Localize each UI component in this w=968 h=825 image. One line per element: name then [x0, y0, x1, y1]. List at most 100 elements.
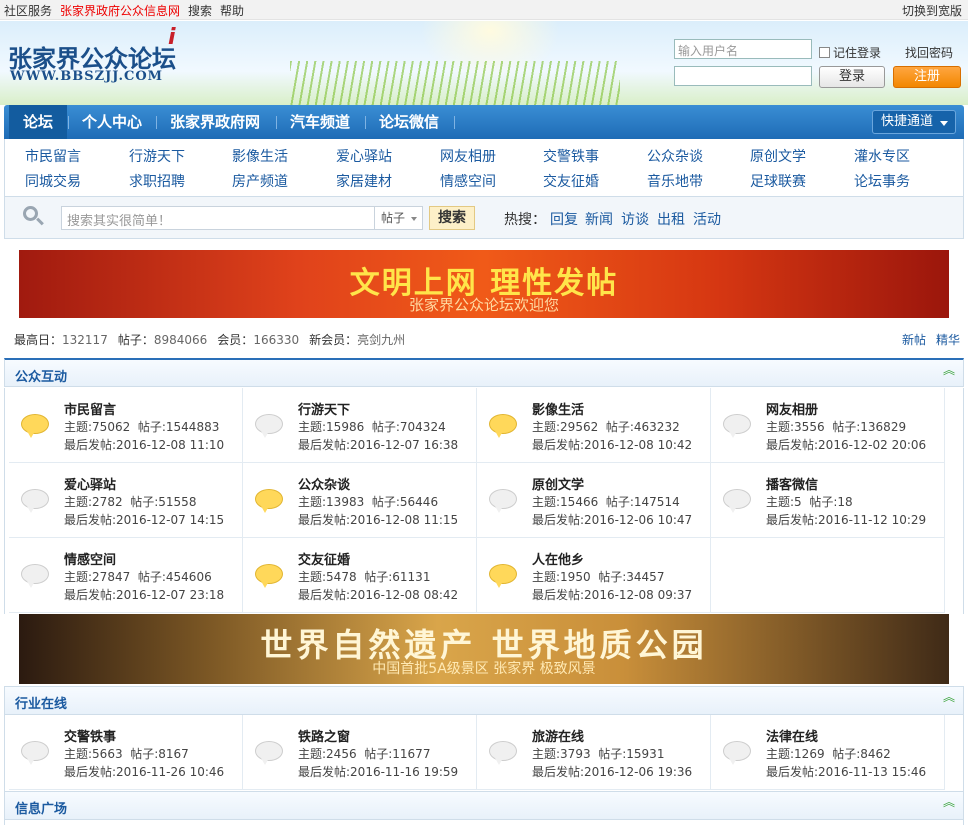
- forum-cell[interactable]: 交友征婚 主题:5478 帖子:61131 最后发帖:2016-12-08 08:4…: [243, 538, 477, 613]
- last-post-time[interactable]: 最后发帖:2016-11-13 15:46: [766, 763, 926, 780]
- collapse-icon[interactable]: ︽: [943, 796, 955, 808]
- last-post-time[interactable]: 最后发帖:2016-12-07 16:38: [298, 436, 458, 453]
- hot-search-word[interactable]: 回复: [550, 209, 578, 229]
- nav-forum[interactable]: 论坛: [9, 105, 68, 139]
- last-post-time[interactable]: 最后发帖:2016-11-12 10:29: [766, 511, 926, 528]
- collapse-icon[interactable]: ︽: [943, 691, 955, 703]
- search-input[interactable]: 搜索其实很简单！: [61, 206, 375, 230]
- forum-name[interactable]: 影像生活: [532, 399, 584, 418]
- forum-name[interactable]: 铁路之窗: [298, 726, 350, 745]
- link-gov-info[interactable]: 张家界政府公众信息网: [60, 2, 180, 19]
- digest-link[interactable]: 精华: [936, 331, 960, 348]
- quick-access-dropdown[interactable]: 快捷通道: [872, 110, 956, 134]
- shortcut-link[interactable]: 交警铁事: [543, 146, 599, 166]
- forum-cell[interactable]: 网友相册 主题:3556 帖子:136829 最后发帖:2016-12-02 20:…: [711, 388, 945, 463]
- nav-personal-center[interactable]: 个人中心: [68, 105, 156, 139]
- forum-cell[interactable]: 旅游在线 主题:3793 帖子:15931 最后发帖:2016-12-06 19:3…: [477, 715, 711, 790]
- hot-search-word[interactable]: 活动: [693, 209, 721, 229]
- password-input[interactable]: [674, 66, 812, 86]
- forum-cell[interactable]: 铁路之窗 主题:2456 帖子:11677 最后发帖:2016-11-16 19:5…: [243, 715, 477, 790]
- link-search[interactable]: 搜索: [188, 2, 212, 19]
- last-post-time[interactable]: 最后发帖:2016-11-16 19:59: [298, 763, 458, 780]
- shortcut-link[interactable]: 情感空间: [440, 171, 496, 191]
- shortcut-link[interactable]: 影像生活: [232, 146, 288, 166]
- remember-checkbox[interactable]: [819, 47, 830, 58]
- shortcut-link[interactable]: 灌水专区: [854, 146, 910, 166]
- forum-name[interactable]: 爱心驿站: [64, 474, 116, 493]
- forum-cell[interactable]: 交警铁事 主题:5663 帖子:8167 最后发帖:2016-11-26 10:46: [9, 715, 243, 790]
- last-post-time[interactable]: 最后发帖:2016-12-02 20:06: [766, 436, 926, 453]
- forum-cell[interactable]: 原创文学 主题:15466 帖子:147514 最后发帖:2016-12-06 10…: [477, 463, 711, 538]
- last-post-time[interactable]: 最后发帖:2016-12-08 11:15: [298, 511, 458, 528]
- last-post-time[interactable]: 最后发帖:2016-12-06 19:36: [532, 763, 692, 780]
- nav-auto-channel[interactable]: 汽车频道: [276, 105, 364, 139]
- civility-banner[interactable]: 文明上网 理性发帖 张家界公众论坛欢迎您: [19, 250, 949, 318]
- search-type-select[interactable]: 帖子: [375, 206, 423, 230]
- shortcut-link[interactable]: 求职招聘: [129, 171, 185, 191]
- link-help[interactable]: 帮助: [220, 2, 244, 19]
- forum-cell[interactable]: 影像生活 主题:29562 帖子:463232 最后发帖:2016-12-08 10…: [477, 388, 711, 463]
- forum-name[interactable]: 人在他乡: [532, 549, 584, 568]
- shortcut-link[interactable]: 同城交易: [25, 171, 81, 191]
- recover-password-link[interactable]: 找回密码: [905, 44, 953, 61]
- shortcut-link[interactable]: 音乐地带: [647, 171, 703, 191]
- shortcut-link[interactable]: 市民留言: [25, 146, 81, 166]
- shortcut-link[interactable]: 爱心驿站: [336, 146, 392, 166]
- shortcut-link[interactable]: 网友相册: [440, 146, 496, 166]
- last-post-time[interactable]: 最后发帖:2016-12-06 10:47: [532, 511, 692, 528]
- forum-cell[interactable]: 人在他乡 主题:1950 帖子:34457 最后发帖:2016-12-08 09:3…: [477, 538, 711, 613]
- shortcut-link[interactable]: 公众杂谈: [647, 146, 703, 166]
- new-posts-link[interactable]: 新帖: [902, 331, 926, 348]
- shortcut-link[interactable]: 足球联赛: [750, 171, 806, 191]
- scenery-banner[interactable]: 世界自然遗产 世界地质公园 中国首批5A级景区 张家界 极致风景: [19, 614, 949, 684]
- forum-cell[interactable]: 法律在线 主题:1269 帖子:8462 最后发帖:2016-11-13 15:46: [711, 715, 945, 790]
- forum-name[interactable]: 旅游在线: [532, 726, 584, 745]
- link-community-service[interactable]: 社区服务: [4, 2, 52, 19]
- nav-forum-wechat[interactable]: 论坛微信: [365, 105, 453, 139]
- forum-name[interactable]: 网友相册: [766, 399, 818, 418]
- shortcut-link[interactable]: 原创文学: [750, 146, 806, 166]
- last-post-time[interactable]: 最后发帖:2016-12-07 14:15: [64, 511, 224, 528]
- hot-search-word[interactable]: 访谈: [621, 209, 649, 229]
- forum-cell[interactable]: 公众杂谈 主题:13983 帖子:56446 最后发帖:2016-12-08 11:…: [243, 463, 477, 538]
- forum-name[interactable]: 市民留言: [64, 399, 116, 418]
- shortcut-link[interactable]: 房产频道: [232, 171, 288, 191]
- search-button[interactable]: 搜索: [429, 206, 475, 230]
- section-title[interactable]: 行业在线: [15, 693, 67, 712]
- hot-search-word[interactable]: 新闻: [585, 209, 613, 229]
- shortcut-link[interactable]: 交友征婚: [543, 171, 599, 191]
- last-post-time[interactable]: 最后发帖:2016-12-07 23:18: [64, 586, 224, 603]
- section-title[interactable]: 公众互动: [15, 366, 67, 385]
- last-post-time[interactable]: 最后发帖:2016-12-08 08:42: [298, 586, 458, 603]
- forum-name[interactable]: 交警铁事: [64, 726, 116, 745]
- forum-name[interactable]: 法律在线: [766, 726, 818, 745]
- forum-name[interactable]: 播客微信: [766, 474, 818, 493]
- forum-cell[interactable]: 市民留言 主题:75062 帖子:1544883 最后发帖:2016-12-08 1…: [9, 388, 243, 463]
- forum-name[interactable]: 交友征婚: [298, 549, 350, 568]
- forum-name[interactable]: 原创文学: [532, 474, 584, 493]
- register-button[interactable]: 注册: [893, 66, 961, 88]
- username-input[interactable]: 输入用户名: [674, 39, 812, 59]
- forum-name[interactable]: 行游天下: [298, 399, 350, 418]
- shortcut-link[interactable]: 行游天下: [129, 146, 185, 166]
- hot-search-word[interactable]: 出租: [657, 209, 685, 229]
- last-post-time[interactable]: 最后发帖:2016-12-08 11:10: [64, 436, 224, 453]
- forum-cell[interactable]: 行游天下 主题:15986 帖子:704324 最后发帖:2016-12-07 16…: [243, 388, 477, 463]
- forum-name[interactable]: 情感空间: [64, 549, 116, 568]
- forum-cell[interactable]: 爱心驿站 主题:2782 帖子:51558 最后发帖:2016-12-07 14:1…: [9, 463, 243, 538]
- forum-name[interactable]: 公众杂谈: [298, 474, 350, 493]
- shortcut-link[interactable]: 论坛事务: [854, 171, 910, 191]
- new-member-link[interactable]: 亮剑九州: [357, 333, 405, 347]
- last-post-time[interactable]: 最后发帖:2016-12-08 10:42: [532, 436, 692, 453]
- collapse-icon[interactable]: ︽: [943, 364, 955, 376]
- last-post-time[interactable]: 最后发帖:2016-11-26 10:46: [64, 763, 224, 780]
- shortcut-link[interactable]: 家居建材: [336, 171, 392, 191]
- forum-cell[interactable]: 情感空间 主题:27847 帖子:454606 最后发帖:2016-12-07 23…: [9, 538, 243, 613]
- nav-gov-site[interactable]: 张家界政府网: [156, 105, 274, 139]
- section-title[interactable]: 信息广场: [15, 798, 67, 817]
- login-button[interactable]: 登录: [819, 66, 885, 88]
- remember-login[interactable]: 记住登录: [819, 44, 881, 61]
- forum-cell[interactable]: 播客微信 主题:5 帖子:18 最后发帖:2016-11-12 10:29: [711, 463, 945, 538]
- wide-toggle-link[interactable]: 切换到宽版: [902, 2, 962, 19]
- last-post-time[interactable]: 最后发帖:2016-12-08 09:37: [532, 586, 692, 603]
